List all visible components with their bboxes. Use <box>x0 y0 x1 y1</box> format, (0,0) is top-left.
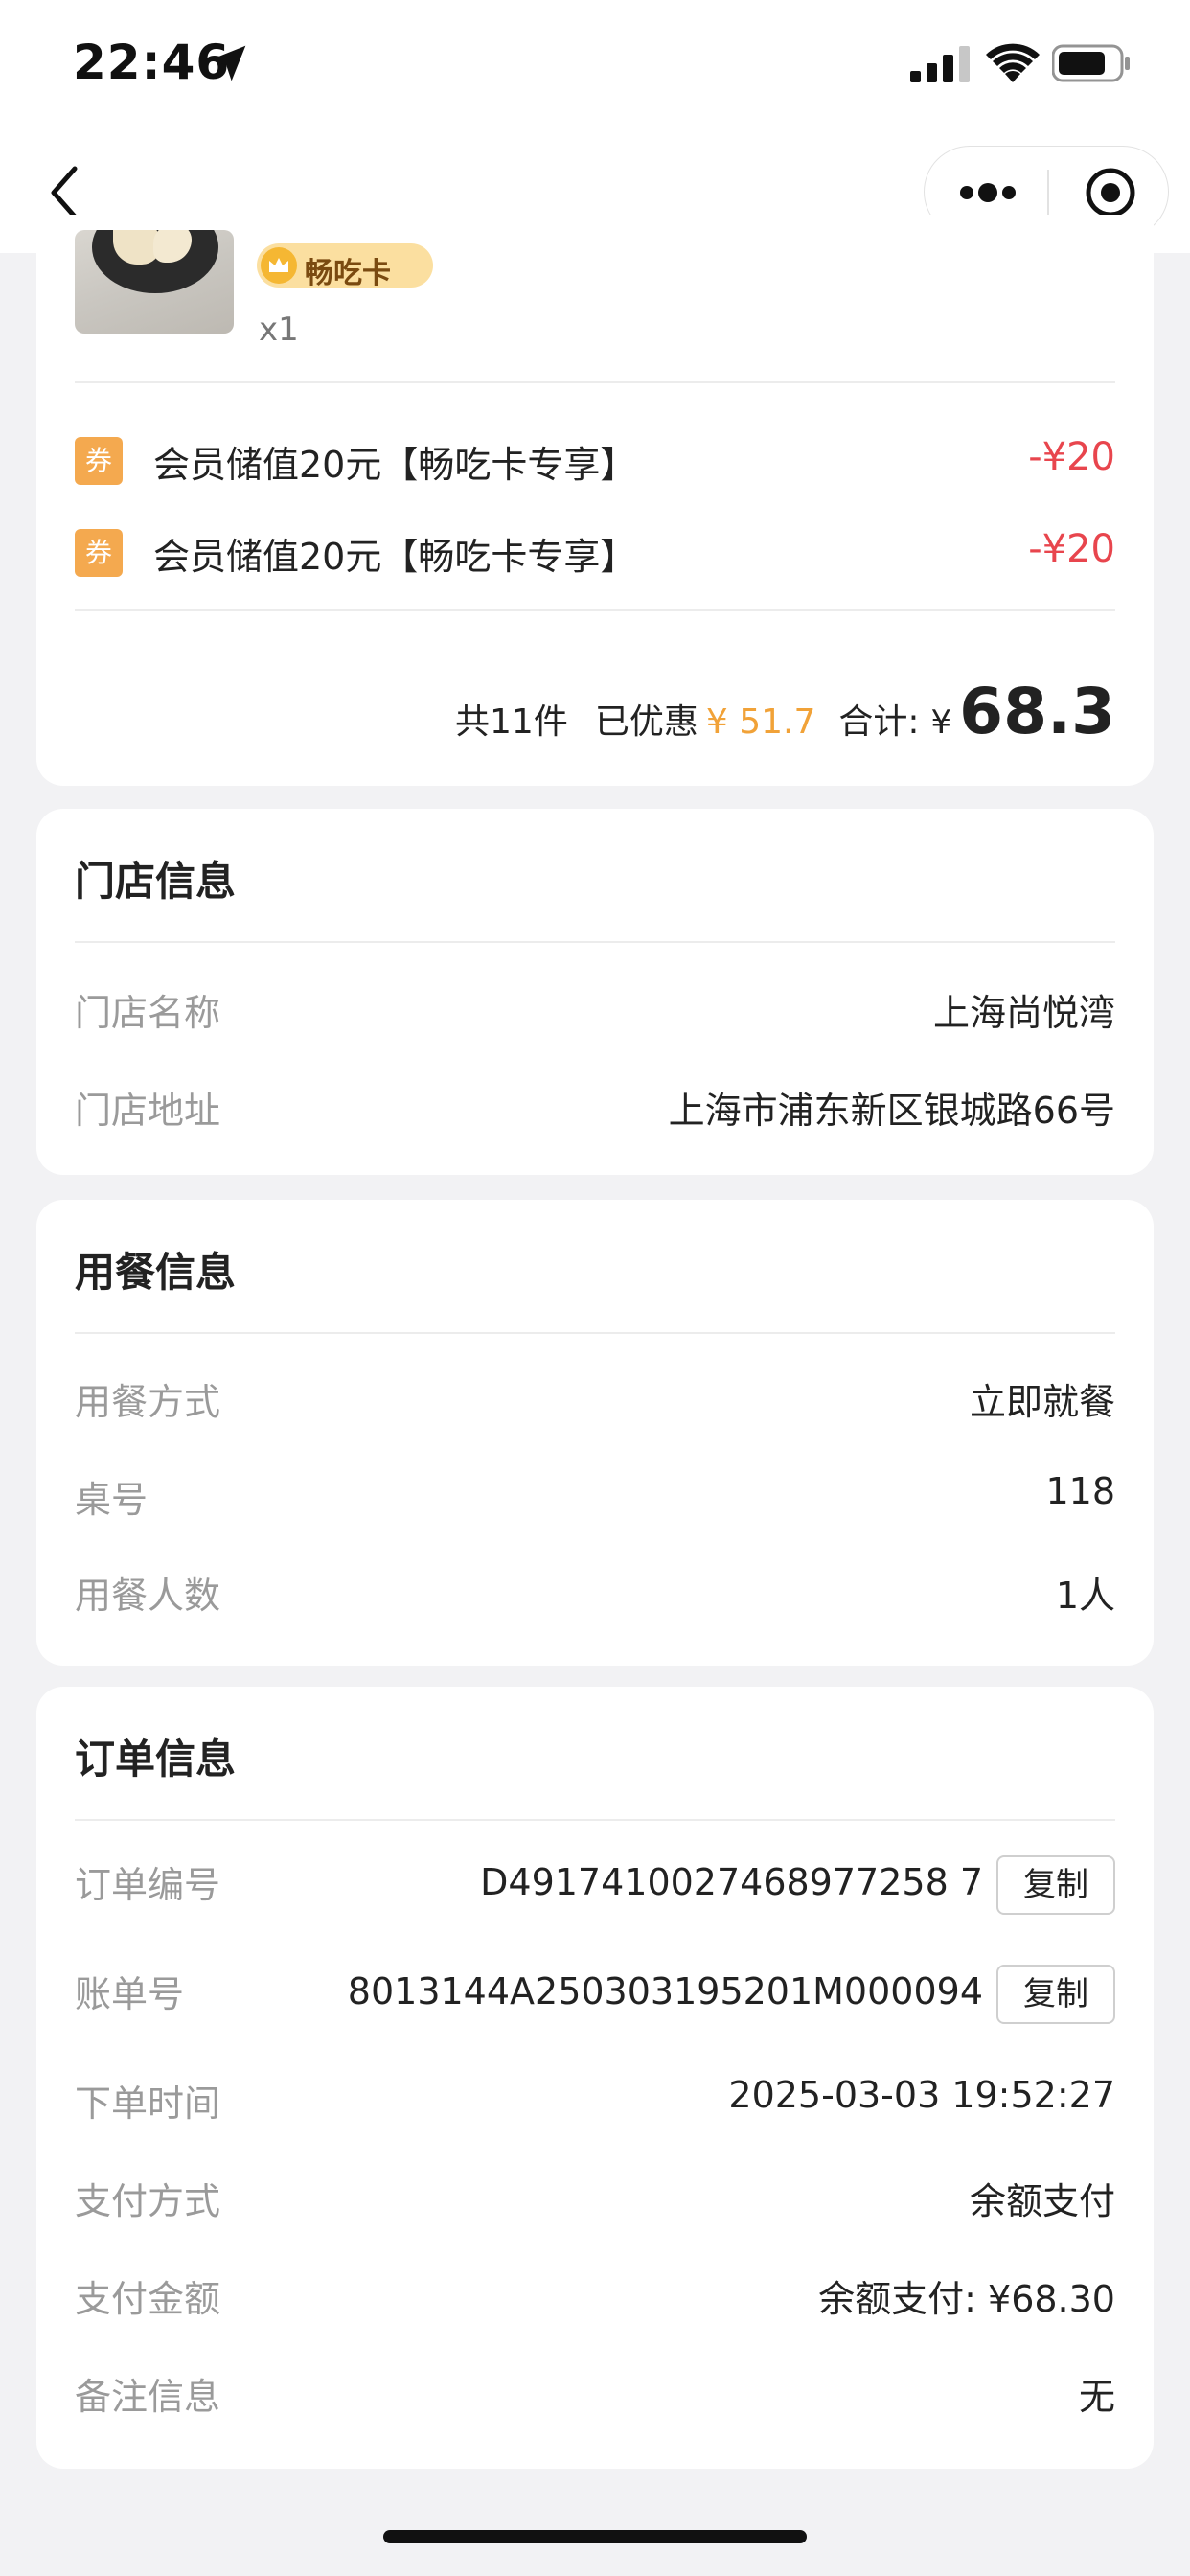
divider <box>75 381 1115 383</box>
crown-icon <box>261 247 297 284</box>
order-info-title: 订单信息 <box>75 1736 237 1782</box>
wifi-icon <box>986 43 1040 82</box>
product-quantity: x1 <box>259 310 299 349</box>
coupon-amount: -¥20 <box>1028 527 1115 571</box>
divider <box>75 610 1115 611</box>
bill-number-value: 8013144A250303195201M000094 <box>347 1970 983 2012</box>
product-image <box>75 230 234 334</box>
payment-amount-value: 余额支付: ¥68.30 <box>818 2278 1115 2320</box>
more-icon[interactable] <box>957 173 1018 212</box>
coupon-tag: 券 <box>75 529 123 577</box>
order-number-value: D4917410027468977258 7 <box>480 1861 983 1903</box>
coupon-row: 券 会员储值20元【畅吃卡专享】 -¥20 <box>75 431 1115 486</box>
order-items-card: 畅吃卡 x1 券 会员储值20元【畅吃卡专享】 -¥20 券 会员储值20元【畅… <box>36 215 1154 786</box>
capsule-divider <box>1047 170 1049 216</box>
home-indicator[interactable] <box>383 2530 807 2543</box>
store-address-label: 门店地址 <box>75 1090 221 1132</box>
order-summary: 共11件 已优惠 ¥ 51.7 合计: ¥ 68.3 <box>455 675 1115 751</box>
vip-badge-label: 畅吃卡 <box>305 257 391 290</box>
diner-count-label: 用餐人数 <box>75 1575 221 1617</box>
coupon-text: 会员储值20元【畅吃卡专享】 <box>153 536 637 578</box>
dining-mode-value: 立即就餐 <box>969 1381 1115 1423</box>
dining-mode-label: 用餐方式 <box>75 1381 221 1423</box>
discount-value: ¥ 51.7 <box>705 702 816 742</box>
location-arrow-icon <box>210 45 246 81</box>
vip-card-badge: 畅吃卡 <box>257 243 433 290</box>
table-number-value: 118 <box>1045 1470 1115 1512</box>
bill-number-label: 账单号 <box>75 1973 185 2015</box>
coupon-amount: -¥20 <box>1028 435 1115 479</box>
currency-symbol: ¥ <box>930 703 952 742</box>
payment-method-value: 余额支付 <box>969 2180 1115 2222</box>
payment-method-label: 支付方式 <box>75 2180 221 2222</box>
store-name-value: 上海尚悦湾 <box>932 992 1115 1034</box>
order-time-label: 下单时间 <box>75 2082 221 2125</box>
dining-info-card: 用餐信息 用餐方式 立即就餐 桌号 118 用餐人数 1人 <box>36 1200 1154 1666</box>
order-number-label: 订单编号 <box>75 1864 221 1906</box>
copy-bill-number-button[interactable]: 复制 <box>996 1965 1115 2024</box>
total-amount: 68.3 <box>959 675 1115 748</box>
status-bar: 22:46 <box>0 0 1190 134</box>
diner-count-value: 1人 <box>1055 1575 1115 1617</box>
discount-label: 已优惠 <box>594 702 698 742</box>
store-info-card: 门店信息 门店名称 上海尚悦湾 门店地址 上海市浦东新区银城路66号 <box>36 809 1154 1175</box>
divider <box>75 1332 1115 1334</box>
remark-value: 无 <box>1078 2376 1115 2418</box>
cellular-signal-icon <box>910 46 970 82</box>
order-info-card: 订单信息 订单编号 D4917410027468977258 7 复制 账单号 … <box>36 1687 1154 2469</box>
coupon-text: 会员储值20元【畅吃卡专享】 <box>153 444 637 486</box>
item-count: 共11件 <box>455 702 568 742</box>
store-address-value[interactable]: 上海市浦东新区银城路66号 <box>669 1081 1115 1134</box>
divider <box>75 1819 1115 1821</box>
battery-icon <box>1052 44 1130 82</box>
coupon-tag: 券 <box>75 437 123 485</box>
store-name-label: 门店名称 <box>75 992 221 1034</box>
table-number-label: 桌号 <box>75 1479 149 1521</box>
dining-info-title: 用餐信息 <box>75 1249 237 1296</box>
total-label: 合计: <box>838 702 920 742</box>
store-info-title: 门店信息 <box>75 858 237 905</box>
order-time-value: 2025-03-03 19:52:27 <box>728 2074 1115 2116</box>
copy-order-number-button[interactable]: 复制 <box>996 1855 1115 1915</box>
payment-amount-label: 支付金额 <box>75 2278 221 2320</box>
divider <box>75 941 1115 943</box>
close-mini-program-icon[interactable] <box>1084 166 1137 219</box>
coupon-row: 券 会员储值20元【畅吃卡专享】 -¥20 <box>75 523 1115 578</box>
remark-label: 备注信息 <box>75 2376 221 2418</box>
